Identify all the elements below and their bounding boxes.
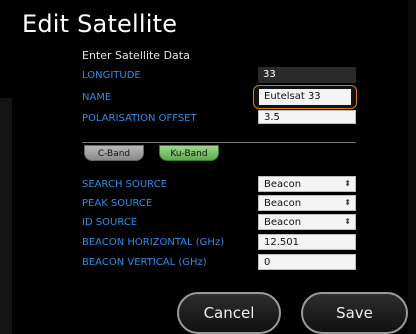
beacon-horizontal-label: BEACON HORIZONTAL (GHz) [82, 237, 225, 248]
name-label: NAME [82, 92, 112, 103]
beacon-vertical-input[interactable]: 0 [258, 254, 356, 270]
search-source-value: Beacon [264, 179, 302, 190]
id-source-label: ID SOURCE [82, 217, 138, 228]
updown-icon: ⬍ [344, 179, 351, 188]
beacon-vertical-label: BEACON VERTICAL (GHz) [82, 257, 207, 268]
peak-source-value: Beacon [264, 198, 302, 209]
left-panel-edge [0, 98, 12, 334]
search-source-select[interactable]: Beacon ⬍ [258, 176, 356, 192]
longitude-input[interactable]: 33 [258, 67, 356, 83]
polarisation-input[interactable]: 3.5 [258, 110, 356, 124]
tab-c-band[interactable]: C-Band [84, 145, 144, 161]
right-panel-edge [408, 0, 416, 334]
peak-source-label: PEAK SOURCE [82, 198, 153, 209]
tab-ku-band[interactable]: Ku-Band [159, 145, 219, 161]
form-heading: Enter Satellite Data [82, 49, 190, 62]
updown-icon: ⬍ [344, 198, 351, 207]
window-title: Edit Satellite [22, 10, 178, 38]
tab-divider [82, 142, 356, 143]
name-input[interactable]: Eutelsat 33 [259, 89, 351, 105]
id-source-value: Beacon [264, 217, 302, 228]
polarisation-label: POLARISATION OFFSET [82, 113, 197, 124]
peak-source-select[interactable]: Beacon ⬍ [258, 195, 356, 211]
name-input-focus-ring[interactable]: Eutelsat 33 [253, 85, 357, 109]
longitude-label: LONGITUDE [82, 70, 141, 81]
beacon-horizontal-input[interactable]: 12.501 [258, 234, 356, 250]
updown-icon: ⬍ [344, 217, 351, 226]
search-source-label: SEARCH SOURCE [82, 179, 167, 190]
cancel-button[interactable]: Cancel [177, 292, 281, 334]
save-button[interactable]: Save [301, 292, 408, 334]
id-source-select[interactable]: Beacon ⬍ [258, 214, 356, 230]
